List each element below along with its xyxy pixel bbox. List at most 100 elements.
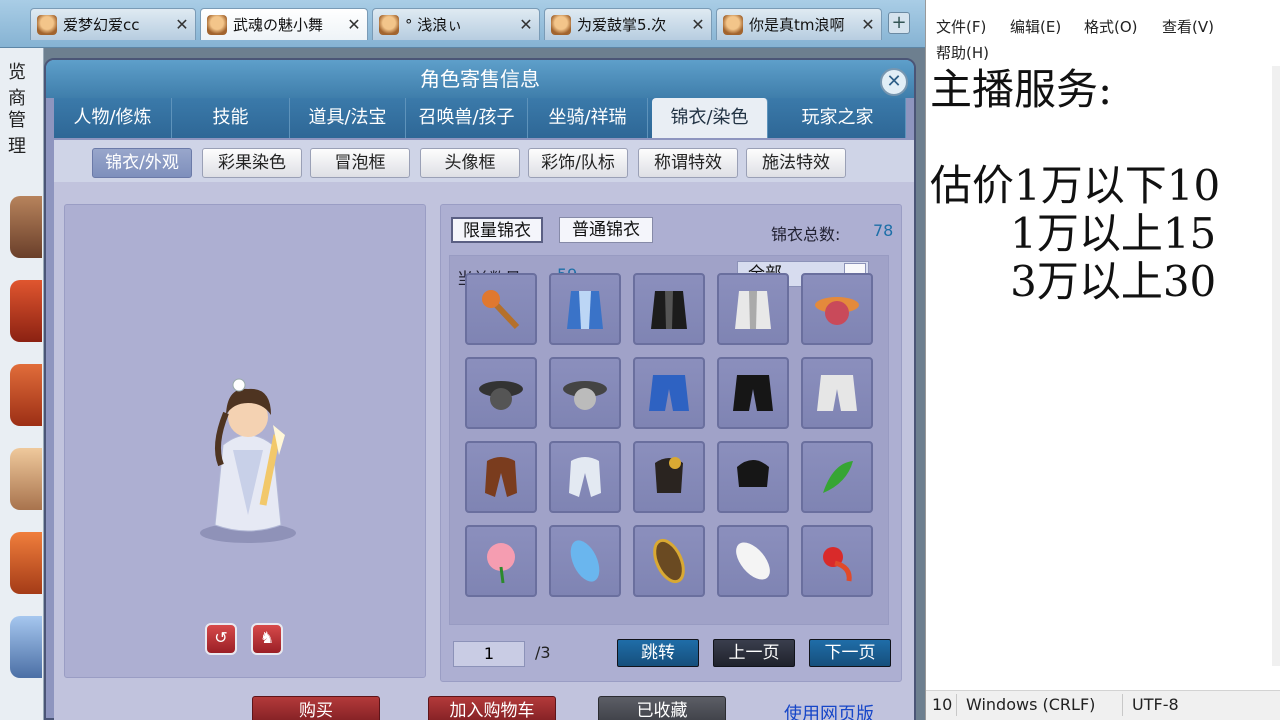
screen: 爱梦幻爱cc ✕ 武魂の魅小舞 ✕ ° 浅浪ぃ ✕ 为爱鼓掌5.次 ✕ 你是真t…: [0, 0, 1280, 720]
blue-pants-item[interactable]: [633, 357, 705, 429]
white-robe-item[interactable]: [717, 273, 789, 345]
action-button[interactable]: ♞: [251, 623, 283, 655]
prev-page-button[interactable]: 上一页: [713, 639, 795, 667]
red-dragon-item-icon: [823, 547, 852, 582]
window-title: 角色寄售信息: [46, 60, 914, 98]
close-icon[interactable]: ✕: [517, 15, 535, 34]
menu-view[interactable]: 查看(V): [1162, 16, 1214, 37]
silver-hair-item[interactable]: [549, 441, 621, 513]
text-line: [930, 114, 1275, 162]
status-divider: [956, 694, 957, 716]
black-robe-item-icon: [651, 291, 687, 329]
subtab-bubble[interactable]: 冒泡框: [310, 148, 410, 178]
blue-wing-item[interactable]: [549, 525, 621, 597]
total-label: 锦衣总数:: [771, 225, 841, 244]
status-divider: [1122, 694, 1123, 716]
white-feather-item-icon: [736, 542, 770, 580]
black-pants-item[interactable]: [717, 357, 789, 429]
rotate-button[interactable]: ↺: [205, 623, 237, 655]
black-hat-item[interactable]: [465, 357, 537, 429]
status-line: 10: [932, 695, 953, 714]
web-version-link[interactable]: 使用网页版: [784, 700, 874, 720]
red-dragon-item[interactable]: [801, 525, 873, 597]
black-pants-item-icon: [733, 375, 773, 411]
avatar-icon: [207, 14, 227, 35]
blue-wing-item-icon: [570, 540, 600, 582]
page-input[interactable]: 1: [453, 641, 525, 667]
scrollbar[interactable]: [1272, 66, 1280, 666]
jump-button[interactable]: 跳转: [617, 639, 699, 667]
menu-help[interactable]: 帮助(H): [936, 42, 989, 63]
tab-mounts[interactable]: 坐骑/祥瑞: [528, 98, 648, 138]
pink-flower-item[interactable]: [465, 525, 537, 597]
text-line: 估价1万以下10: [930, 161, 1221, 210]
subtab-avatar-frame[interactable]: 头像框: [420, 148, 520, 178]
new-tab-button[interactable]: +: [888, 12, 910, 34]
gray-hat-item[interactable]: [549, 357, 621, 429]
tab-outfits[interactable]: 锦衣/染色: [652, 98, 768, 138]
add-to-cart-button[interactable]: 加入购物车: [428, 696, 556, 720]
black-hat-item-icon: [479, 381, 523, 410]
tab-label: ° 浅浪ぃ: [405, 16, 463, 34]
notepad-text-area[interactable]: 主播服务: 估价1万以下10 1万以上15 3万以上30: [930, 66, 1275, 306]
blue-robe-item[interactable]: [549, 273, 621, 345]
close-icon[interactable]: ✕: [689, 15, 707, 34]
subtab-outfit[interactable]: 锦衣/外观: [92, 148, 192, 178]
close-icon[interactable]: ✕: [859, 15, 877, 34]
avatar-icon: [551, 14, 571, 35]
next-page-button[interactable]: 下一页: [809, 639, 891, 667]
status-encoding: UTF-8: [1132, 695, 1179, 714]
menu-file[interactable]: 文件(F): [936, 16, 986, 37]
golden-wing-item[interactable]: [633, 525, 705, 597]
avatar-icon: [379, 14, 399, 35]
avatar[interactable]: [10, 364, 42, 426]
subtab-cast-effect[interactable]: 施法特效: [746, 148, 846, 178]
straw-hat-item[interactable]: [801, 273, 873, 345]
close-icon[interactable]: ✕: [173, 15, 191, 34]
tab-normal-outfit[interactable]: 普通锦衣: [559, 217, 653, 243]
browser-tab-5[interactable]: 你是真tm浪啊 ✕: [716, 8, 882, 40]
mace-item[interactable]: [465, 273, 537, 345]
avatar[interactable]: [10, 448, 42, 510]
avatar[interactable]: [10, 616, 42, 678]
browser-tab-4[interactable]: 为爱鼓掌5.次 ✕: [544, 8, 712, 40]
tab-limited-outfit[interactable]: 限量锦衣: [451, 217, 543, 243]
close-icon[interactable]: ✕: [345, 15, 363, 34]
tab-skills[interactable]: 技能: [172, 98, 290, 138]
straw-hat-item-icon: [815, 297, 859, 325]
tab-items[interactable]: 道具/法宝: [290, 98, 406, 138]
brown-hair-item[interactable]: [465, 441, 537, 513]
white-robe-item-icon: [735, 291, 771, 329]
blue-robe-item-icon: [567, 291, 603, 329]
avatar[interactable]: [10, 196, 42, 258]
black-hair-crown-item[interactable]: [633, 441, 705, 513]
tab-character[interactable]: 人物/修炼: [54, 98, 172, 138]
green-leaf-item[interactable]: [801, 441, 873, 513]
subtab-decoration[interactable]: 彩饰/队标: [528, 148, 628, 178]
close-button[interactable]: ✕: [880, 68, 908, 96]
browser-tab-3[interactable]: ° 浅浪ぃ ✕: [372, 8, 540, 40]
status-eol: Windows (CRLF): [966, 695, 1096, 714]
menu-format[interactable]: 格式(O): [1084, 16, 1138, 37]
browser-tab-1[interactable]: 爱梦幻爱cc ✕: [30, 8, 196, 40]
white-feather-item[interactable]: [717, 525, 789, 597]
tab-label: 武魂の魅小舞: [233, 16, 324, 34]
subtab-title-effect[interactable]: 称谓特效: [638, 148, 738, 178]
avatar[interactable]: [10, 280, 42, 342]
menu-edit[interactable]: 编辑(E): [1010, 16, 1061, 37]
black-robe-item[interactable]: [633, 273, 705, 345]
tab-pets[interactable]: 召唤兽/孩子: [406, 98, 528, 138]
buy-button[interactable]: 购买: [252, 696, 380, 720]
browser-tab-2[interactable]: 武魂の魅小舞 ✕: [200, 8, 368, 40]
white-pants-item[interactable]: [801, 357, 873, 429]
character-figure: [200, 378, 296, 543]
tab-player-home[interactable]: 玩家之家: [770, 98, 906, 138]
sub-tab-bar: 锦衣/外观 彩果染色 冒泡框 头像框 彩饰/队标 称谓特效 施法特效: [54, 140, 914, 182]
subtab-dye[interactable]: 彩果染色: [202, 148, 302, 178]
black-short-hair-item[interactable]: [717, 441, 789, 513]
favorited-button[interactable]: 已收藏: [598, 696, 726, 720]
avatar[interactable]: [10, 532, 42, 594]
sidebar-text: 览商: [8, 62, 26, 109]
content-area: ↺ ♞ 限量锦衣 普通锦衣 锦衣总数: 78 当前数量: 59 全部 ⌄ 1 /…: [54, 182, 914, 720]
silver-hair-item-icon: [569, 457, 601, 497]
